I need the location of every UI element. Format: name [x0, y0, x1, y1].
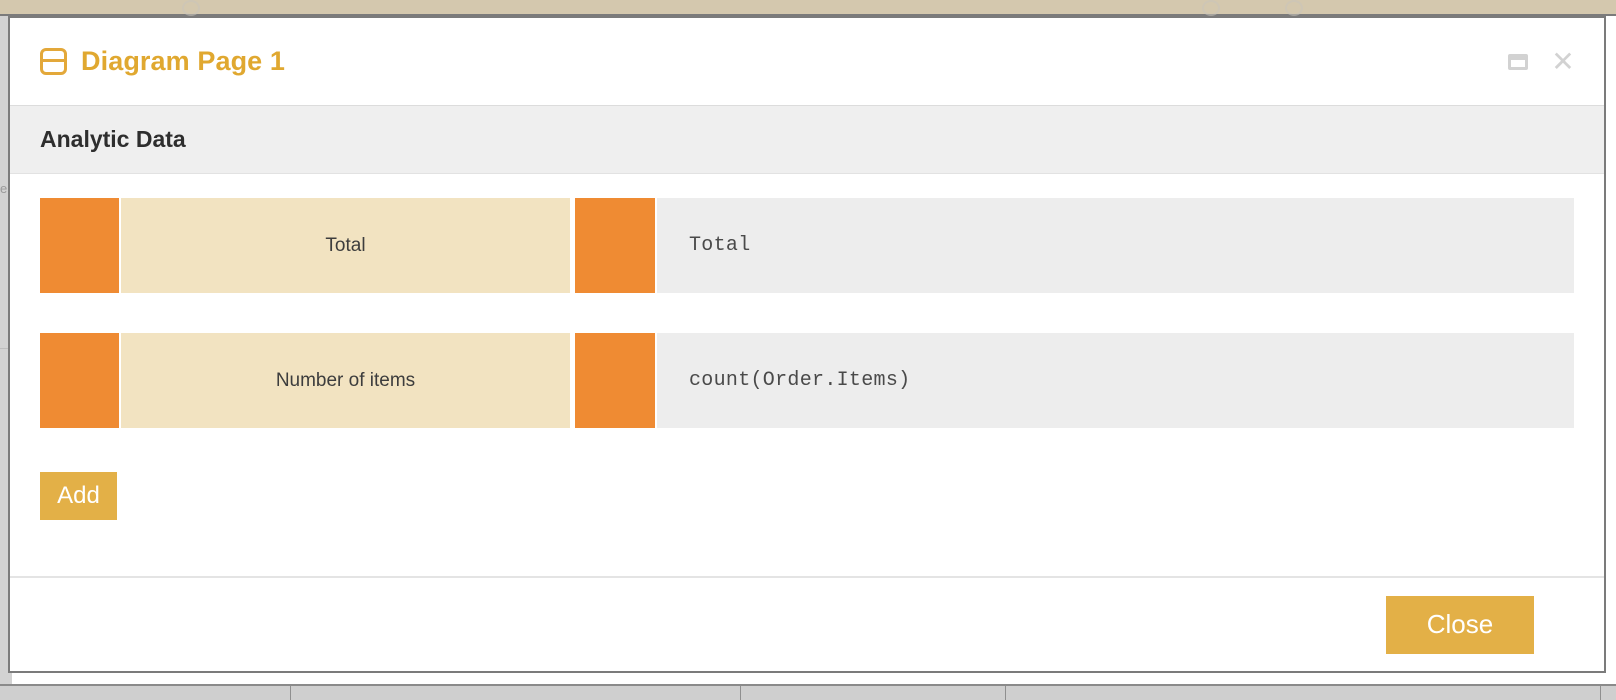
page-panel-icon: [40, 48, 67, 75]
background-bottom-divider: [1600, 686, 1601, 700]
dialog-footer: Close: [10, 576, 1604, 671]
background-ghost-glyph: [1202, 0, 1220, 16]
dialog-titlebar: Diagram Page 1 ✕: [10, 18, 1604, 106]
row-name-field[interactable]: Number of items: [121, 333, 570, 428]
background-bottom-divider: [1005, 686, 1006, 700]
dialog-body: Total Total Number of items count(Order.…: [10, 174, 1604, 576]
row-drag-handle[interactable]: [40, 333, 119, 428]
titlebar-controls: ✕: [1506, 47, 1580, 75]
row-drag-handle[interactable]: [40, 198, 119, 293]
background-bottom-divider: [740, 686, 741, 700]
dialog-title: Diagram Page 1: [81, 46, 285, 76]
add-button[interactable]: Add: [40, 472, 117, 520]
row-expression-field[interactable]: count(Order.Items): [657, 333, 1574, 428]
row-expression-field[interactable]: Total: [657, 198, 1574, 293]
row-name-field[interactable]: Total: [121, 198, 570, 293]
analytic-row: Number of items count(Order.Items): [40, 333, 1574, 428]
diagram-page-dialog: Diagram Page 1 ✕ Analytic Data Total Tot…: [8, 16, 1606, 673]
background-top-strip: [0, 0, 1616, 14]
close-icon-button[interactable]: ✕: [1550, 47, 1576, 75]
background-bottom-divider: [290, 686, 291, 700]
background-ghost-glyph: [1285, 0, 1303, 16]
close-button[interactable]: Close: [1386, 595, 1534, 654]
section-header: Analytic Data: [10, 106, 1604, 174]
row-expression-handle[interactable]: [575, 333, 655, 428]
analytic-row: Total Total: [40, 198, 1574, 293]
background-ghost-glyph: [182, 0, 200, 16]
restore-icon: [1508, 53, 1528, 70]
restore-button[interactable]: [1506, 50, 1530, 74]
section-title: Analytic Data: [40, 126, 186, 152]
background-bottom-panel: [0, 684, 1616, 700]
row-expression-handle[interactable]: [575, 198, 655, 293]
